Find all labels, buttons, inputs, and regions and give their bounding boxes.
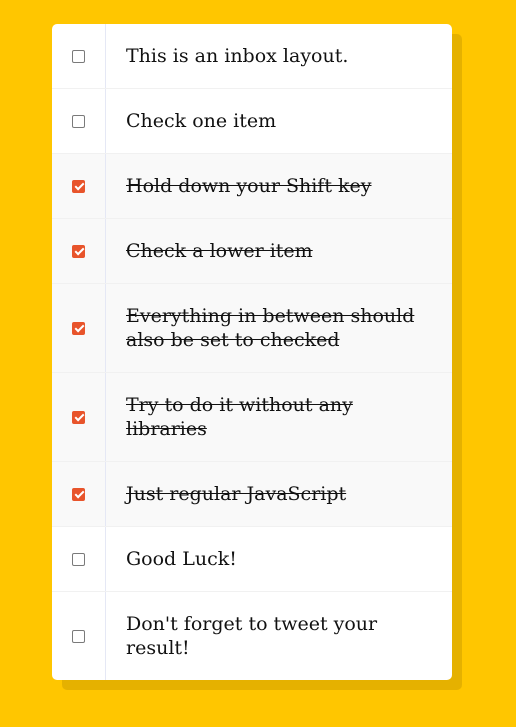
- checkbox-cell: [52, 284, 106, 372]
- inbox-item[interactable]: Check a lower item: [52, 219, 452, 284]
- inbox-item[interactable]: Everything in between should also be set…: [52, 284, 452, 373]
- inbox-item[interactable]: Try to do it without any libraries: [52, 373, 452, 462]
- checkbox-cell: [52, 462, 106, 526]
- item-label: Hold down your Shift key: [126, 175, 372, 197]
- inbox-item[interactable]: Just regular JavaScript: [52, 462, 452, 527]
- checkbox[interactable]: [72, 629, 85, 643]
- item-label: Check a lower item: [126, 240, 313, 262]
- item-label: Just regular JavaScript: [126, 483, 347, 505]
- checkbox-cell: [52, 373, 106, 461]
- checkbox[interactable]: [72, 179, 85, 193]
- item-label: Don't forget to tweet your result!: [126, 613, 378, 659]
- checkbox[interactable]: [72, 410, 85, 424]
- item-label: Everything in between should also be set…: [126, 305, 415, 351]
- inbox-list: This is an inbox layout. Check one item …: [52, 24, 452, 680]
- checkbox[interactable]: [72, 244, 85, 258]
- item-label: Try to do it without any libraries: [126, 394, 353, 440]
- inbox-item[interactable]: Check one item: [52, 89, 452, 154]
- checkbox-cell: [52, 89, 106, 153]
- item-label: Good Luck!: [126, 548, 237, 570]
- checkbox[interactable]: [72, 49, 85, 63]
- checkbox[interactable]: [72, 552, 85, 566]
- item-label: This is an inbox layout.: [126, 45, 349, 67]
- checkbox[interactable]: [72, 487, 85, 501]
- item-label: Check one item: [126, 110, 277, 132]
- checkbox-cell: [52, 219, 106, 283]
- checkbox-cell: [52, 592, 106, 680]
- checkbox-cell: [52, 527, 106, 591]
- checkbox-cell: [52, 154, 106, 218]
- inbox-item[interactable]: Good Luck!: [52, 527, 452, 592]
- checkbox[interactable]: [72, 321, 85, 335]
- inbox-item[interactable]: This is an inbox layout.: [52, 24, 452, 89]
- inbox-item[interactable]: Hold down your Shift key: [52, 154, 452, 219]
- inbox-item[interactable]: Don't forget to tweet your result!: [52, 592, 452, 680]
- checkbox[interactable]: [72, 114, 85, 128]
- checkbox-cell: [52, 24, 106, 88]
